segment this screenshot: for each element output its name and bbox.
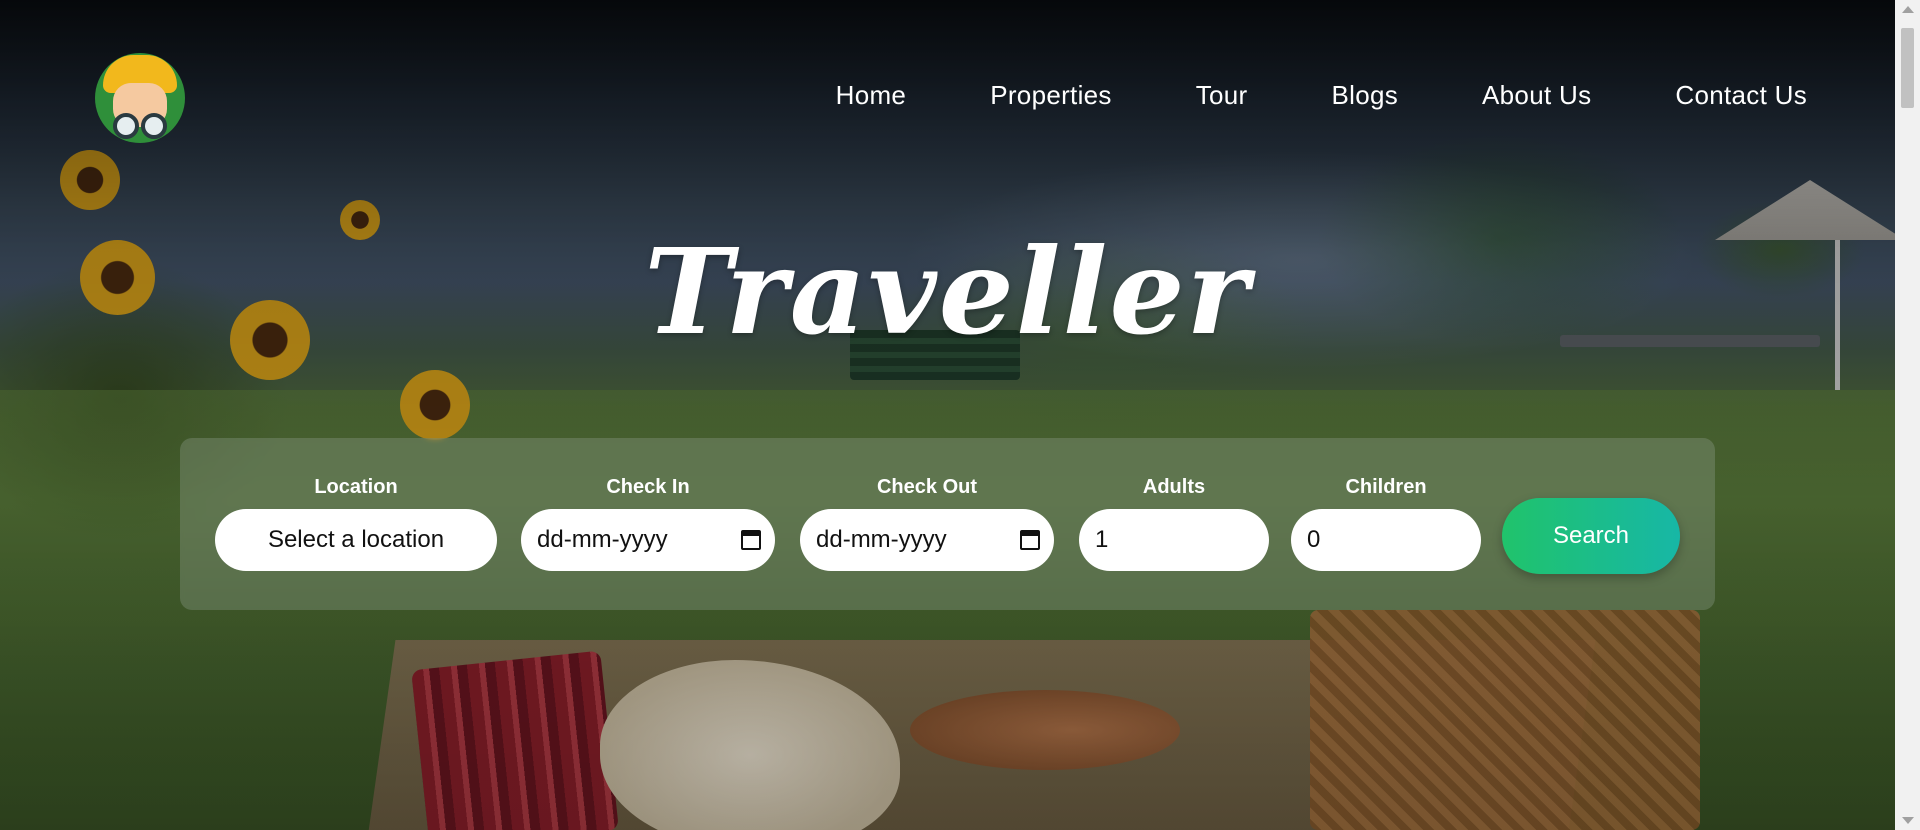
checkin-label: Check In: [606, 476, 690, 498]
checkin-field: Check In dd-mm-yyyy: [521, 476, 775, 571]
adults-field: Adults 1: [1079, 476, 1269, 571]
logo-icon[interactable]: [95, 53, 185, 143]
adults-input[interactable]: 1: [1079, 509, 1269, 571]
checkout-label: Check Out: [876, 476, 978, 498]
location-label: Location: [314, 476, 398, 498]
page-scrollbar[interactable]: [1895, 0, 1920, 830]
checkout-field: Check Out dd-mm-yyyy: [800, 476, 1054, 571]
nav-contact-us[interactable]: Contact Us: [1675, 80, 1807, 111]
location-field: Location Select a location: [215, 476, 497, 571]
scroll-down-icon[interactable]: [1902, 817, 1914, 824]
calendar-icon[interactable]: [741, 530, 761, 550]
checkout-value: dd-mm-yyyy: [816, 526, 947, 553]
nav-home[interactable]: Home: [836, 80, 907, 111]
adults-label: Adults: [1142, 476, 1206, 498]
checkin-input[interactable]: dd-mm-yyyy: [521, 509, 775, 571]
main-nav: Home Properties Tour Blogs About Us Cont…: [836, 80, 1807, 111]
location-select[interactable]: Select a location: [215, 509, 497, 571]
nav-about-us[interactable]: About Us: [1482, 80, 1591, 111]
children-label: Children: [1345, 476, 1427, 498]
calendar-icon[interactable]: [1020, 530, 1040, 550]
scroll-up-icon[interactable]: [1902, 6, 1914, 13]
children-field: Children 0: [1291, 476, 1481, 571]
search-panel: Location Select a location Check In dd-m…: [180, 438, 1715, 610]
hero-title: Traveller: [644, 222, 1251, 361]
checkout-input[interactable]: dd-mm-yyyy: [800, 509, 1054, 571]
checkin-value: dd-mm-yyyy: [537, 526, 668, 553]
scrollbar-thumb[interactable]: [1901, 28, 1914, 108]
hero-background: [0, 0, 1895, 830]
nav-blogs[interactable]: Blogs: [1331, 80, 1398, 111]
nav-properties[interactable]: Properties: [990, 80, 1112, 111]
children-input[interactable]: 0: [1291, 509, 1481, 571]
search-button[interactable]: Search: [1502, 498, 1680, 574]
nav-tour[interactable]: Tour: [1196, 80, 1248, 111]
